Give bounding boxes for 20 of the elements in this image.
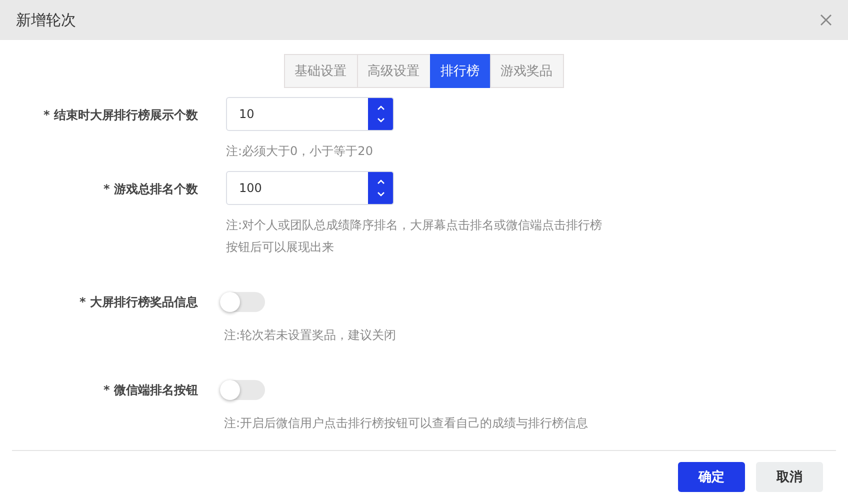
number-input[interactable]: 100 — [226, 171, 394, 205]
field-label: * 结束时大屏排行榜展示个数 — [42, 107, 198, 124]
field-label: * 微信端排名按钮 — [102, 382, 198, 399]
hint-text: 注:对个人或团队总成绩降序排名，大屏幕点击排名或微信端点击排行榜 — [226, 217, 602, 234]
cancel-button[interactable]: 取消 — [756, 462, 823, 492]
hint-text: 注:必须大于0，小于等于20 — [226, 143, 374, 160]
hint-text: 注:轮次若未设置奖品，建议关闭 — [224, 327, 396, 344]
hint-text: 按钮后可以展现出来 — [226, 239, 335, 256]
spinner-buttons[interactable] — [368, 98, 393, 130]
field-label: * 大屏排行榜奖品信息 — [78, 294, 198, 311]
hint-text: 注:开启后微信用户点击排行榜按钮可以查看自己的成绩与排行榜信息 — [224, 415, 588, 432]
toggle-switch[interactable] — [220, 292, 265, 312]
field-label: * 游戏总排名个数 — [102, 181, 198, 198]
toggle-switch[interactable] — [220, 380, 265, 400]
close-icon[interactable] — [820, 14, 832, 26]
dialog-title: 新增轮次 — [16, 10, 76, 30]
confirm-button[interactable]: 确定 — [678, 462, 745, 492]
tab[interactable]: 排行榜 — [430, 54, 490, 88]
spinner-buttons[interactable] — [368, 172, 393, 204]
number-input[interactable]: 10 — [226, 97, 394, 131]
